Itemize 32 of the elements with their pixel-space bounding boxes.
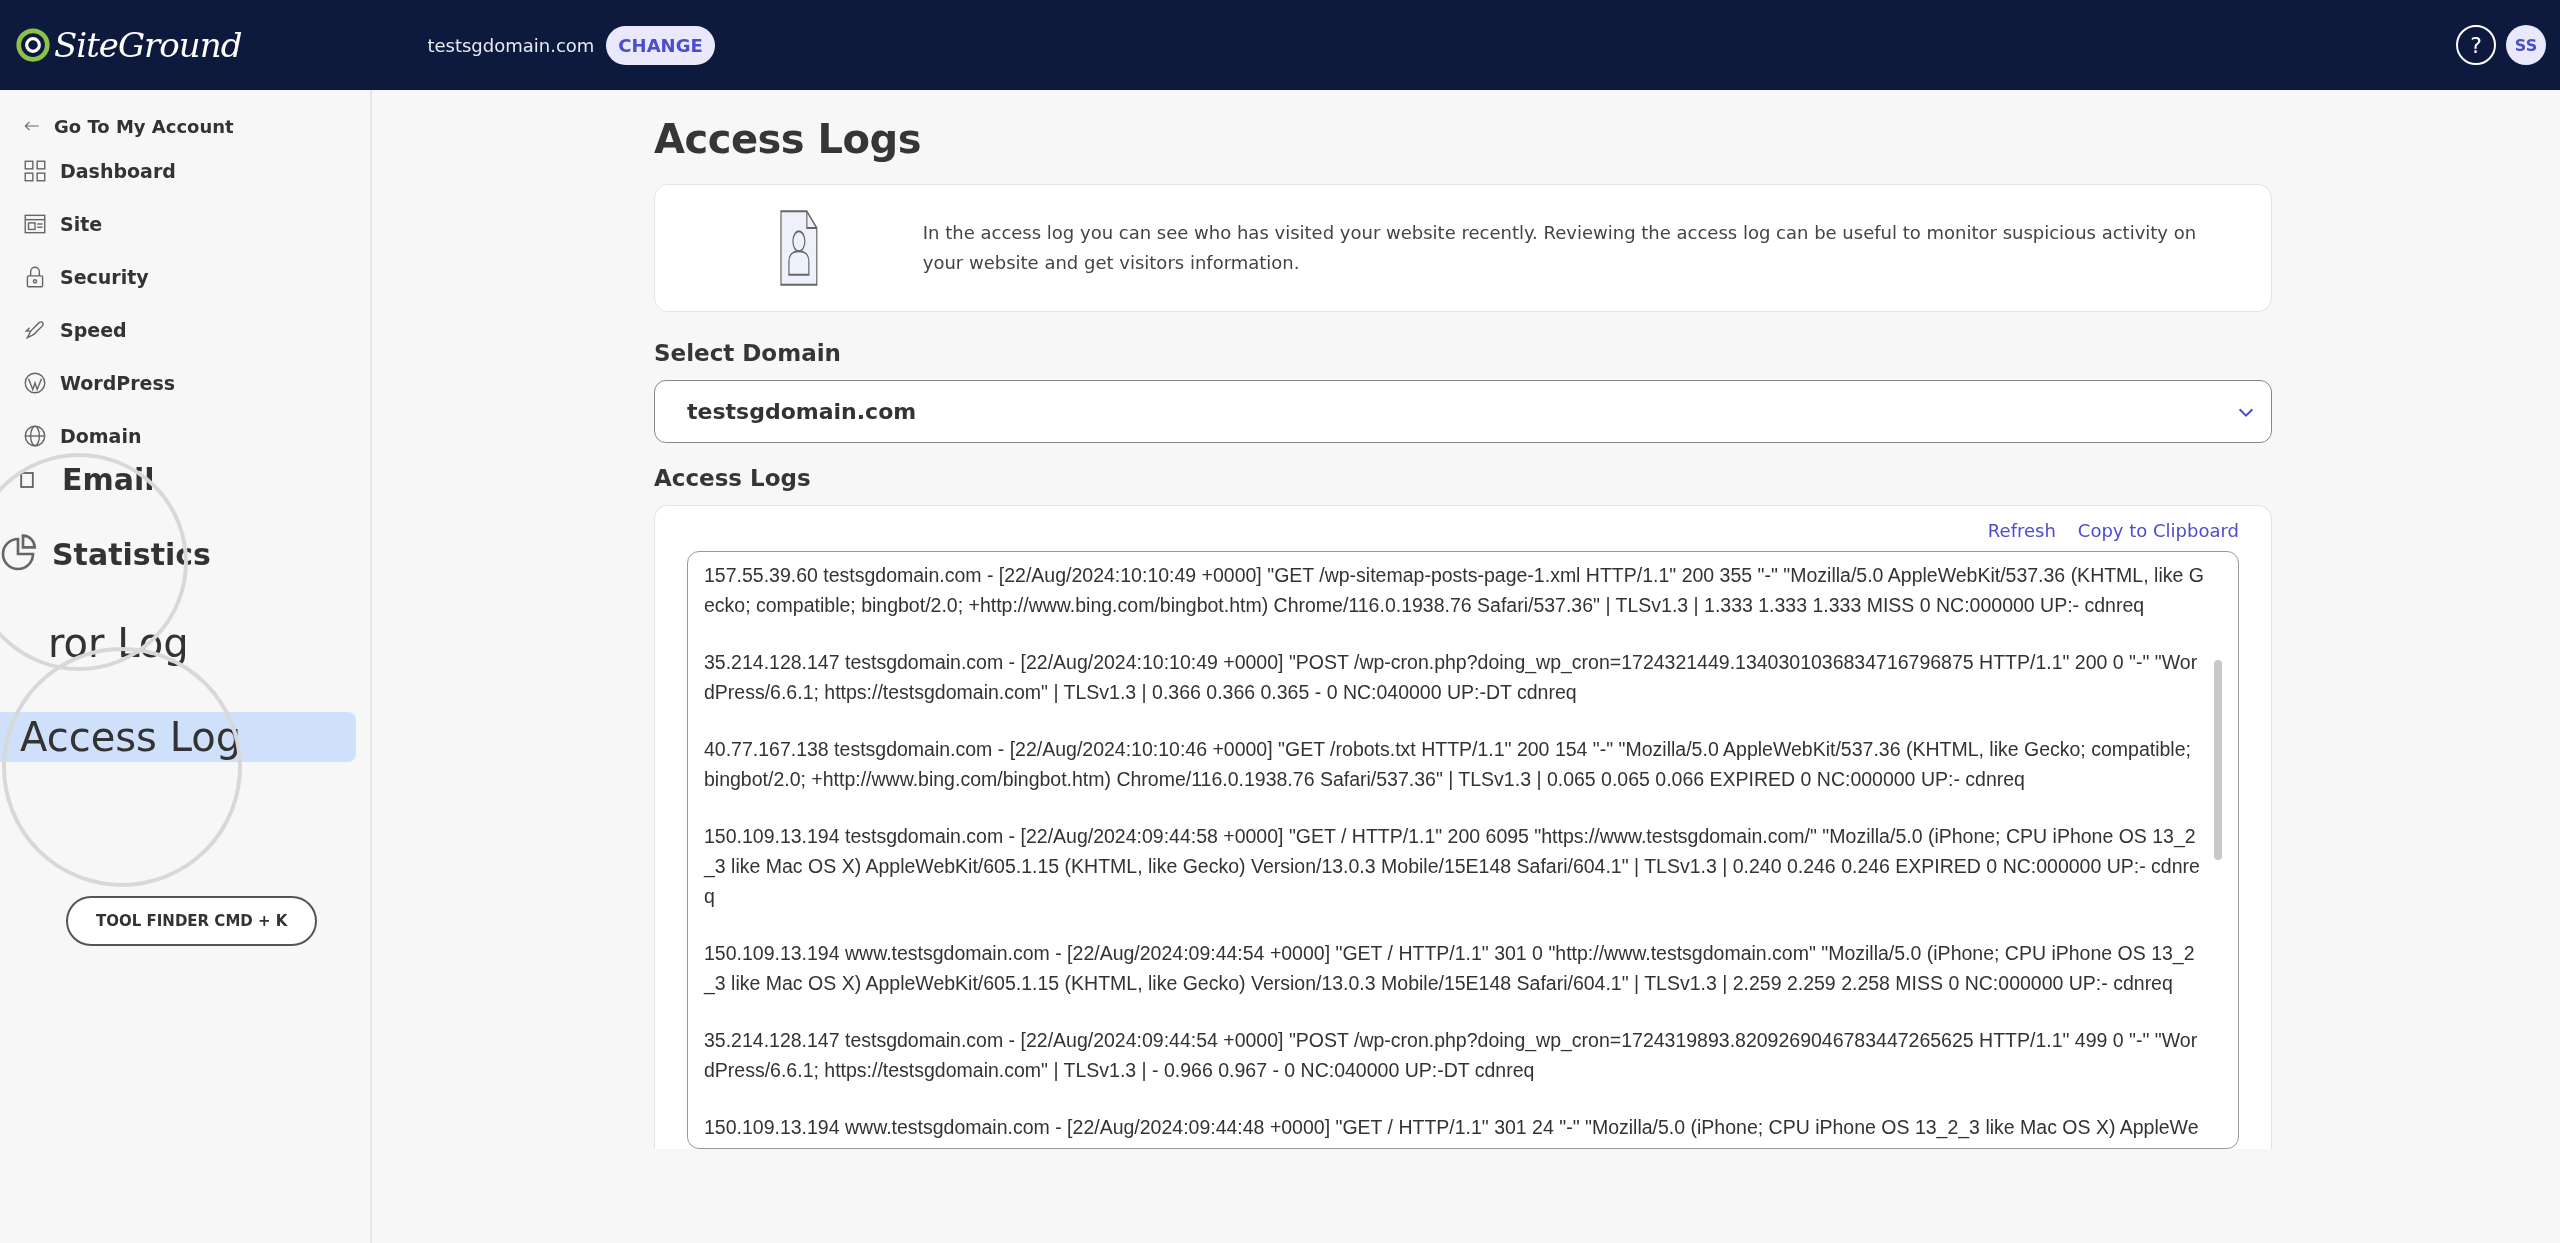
change-button[interactable]: CHANGE <box>606 25 715 65</box>
select-label: Select Domain <box>654 340 842 366</box>
avatar[interactable]: SS <box>2506 25 2546 65</box>
sidebar-item[interactable]: Domain <box>0 409 370 462</box>
help-button[interactable]: ? <box>2456 25 2496 65</box>
page-title: Access Logs <box>654 116 922 162</box>
scrollbar-thumb[interactable] <box>2214 660 2222 860</box>
sidebar-item[interactable]: Site <box>0 197 370 250</box>
log-entry: 150.109.13.194 testsgdomain.com - [22/Aug/2024:09:44:58 +0000] "GET / HTTP/1.1" 200 6095 "https://www.testsgdomain.com/" "Mozilla/5.0 (iPhone; CPU iPhone OS 13_2_3 like Mac OS X) AppleWebKit/605.1.15 (KHTML, like Gecko) Version/13.0.3 Mobile/15E148 Safari/604.1" | TLSv1.3 | 0.240 0.246 0.246 EXPIRED 0 NC:000000 UP:- cdnreq <box>704 824 2201 909</box>
info-text: In the access log you can see who has visited your website recently. Reviewing the access log can be useful to monitor suspicious activity on your website and get visitors information. <box>922 221 2198 275</box>
back-link[interactable]: Go To My Account <box>0 108 370 144</box>
log-entry: 40.77.167.138 testsgdomain.com - [22/Aug/2024:10:10:46 +0000] "GET /robots.txt HTTP/1.1" 200 154 "-" "Mozilla/5.0 AppleWebKit/537.36 (KHTML, like Gecko; compatible; bingbot/2.0; +http://www.bing.com/bingbot.htm) Chrome/116.0.1938.76 Safari/537.36" | TLSv1.3 | 0.065 0.065 0.066 EXPIRED 0 NC:000000 UP:- cdnreq <box>704 737 2192 792</box>
section-heading: Access Logs <box>654 465 812 491</box>
log-entry: 35.214.128.147 testsgdomain.com - [22/Aug/2024:10:10:49 +0000] "POST /wp-cron.php?doing_wp_cron=1724321449.1340301036834716796875 HTTP/1.1" 200 0 "-" "WordPress/6.6.1; https://testsgdomain.com" | TLSv1.3 | 0.366 0.366 0.365 - 0 NC:040000 UP:-DT cdnreq <box>704 650 2199 705</box>
action-link[interactable]: Refresh <box>1987 520 2056 541</box>
sidebar-item[interactable]: WordPress <box>0 356 370 409</box>
tool-finder-button[interactable]: TOOL FINDER CMD + K <box>66 896 318 946</box>
action-link[interactable]: Copy to Clipboard <box>2077 520 2239 541</box>
logo-text: SiteGround <box>54 25 242 65</box>
log-entry: 150.109.13.194 www.testsgdomain.com - [22/Aug/2024:09:44:54 +0000] "GET / HTTP/1.1" 301 0 "http://www.testsgdomain.com" "Mozilla/5.0 (iPhone; CPU iPhone OS 13_2_3 like Mac OS X) AppleWebKit/605.1.15 (KHTML, like Gecko) Version/13.0.3 Mobile/15E148 Safari/604.1" | TLSv1.3 | 2.259 2.259 2.258 MISS 0 NC:000000 UP:- cdnreq <box>704 941 2196 997</box>
current-domain: testsgdomain.com <box>427 34 595 56</box>
sidebar-item[interactable]: Dashboard <box>0 144 370 197</box>
sidebar-item[interactable]: Statistics <box>0 534 211 574</box>
sidebar-item[interactable]: Speed <box>0 303 370 356</box>
spiral-logo-icon <box>14 26 52 64</box>
log-entry: 150.109.13.194 www.testsgdomain.com - [22/Aug/2024:09:44:48 +0000] "GET / HTTP/1.1" 301 24 "-" "Mozilla/5.0 (iPhone; CPU iPhone OS 13_2_3 like Mac OS X) AppleWe <box>704 1115 2200 1141</box>
log-entry: 157.55.39.60 testsgdomain.com - [22/Aug/2024:10:10:49 +0000] "GET /wp-sitemap-posts-page-1.xml HTTP/1.1" 200 355 "-" "Mozilla/5.0 AppleWebKit/537.36 (KHTML, like Gecko; compatible; bingbot/2.0; +http://www.bing.com/bingbot.htm) Chrome/116.0.1938.76 Safari/537.36" | TLSv1.3 | 1.333 1.333 1.333 MISS 0 NC:000000 UP:- cdnreq <box>704 563 2204 618</box>
log-entry: 35.214.128.147 testsgdomain.com - [22/Aug/2024:09:44:54 +0000] "POST /wp-cron.php?doing_wp_cron=1724319893.8209269046783447265625 HTTP/1.1" 499 0 "-" "WordPress/6.6.1; https://testsgdomain.com" | TLSv1.3 | - 0.966 0.967 - 0 NC:040000 UP:-DT cdnreq <box>704 1028 2199 1083</box>
sidebar-item[interactable]: Security <box>0 250 370 303</box>
domain-select[interactable]: testsgdomain.com <box>654 380 2272 443</box>
sidebar-item[interactable]: Email <box>20 462 155 497</box>
square-icon <box>20 470 34 489</box>
